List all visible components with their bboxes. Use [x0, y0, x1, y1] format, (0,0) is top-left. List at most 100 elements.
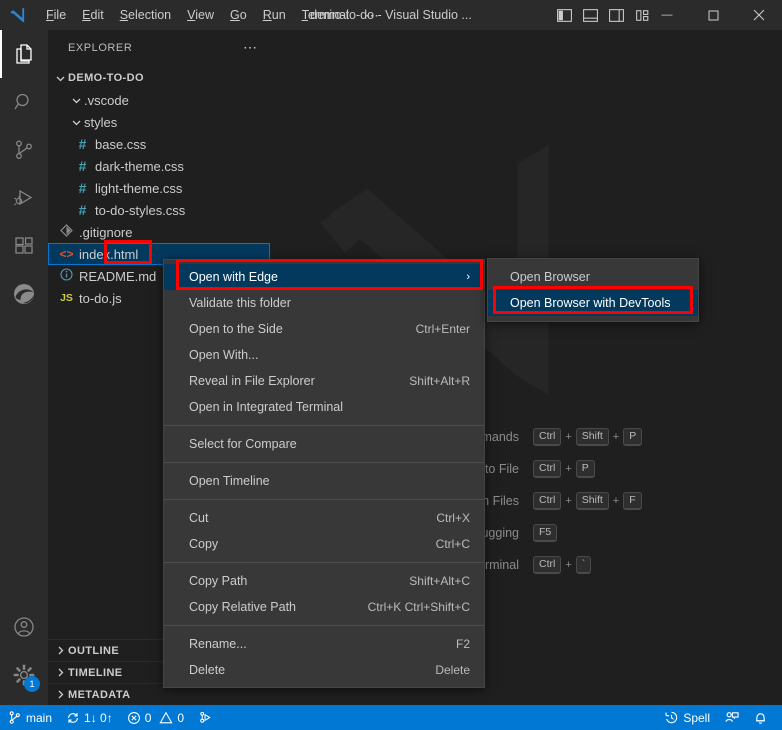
- spell-history-icon: [665, 711, 678, 724]
- status-warnings-count: 0: [177, 710, 185, 725]
- extensions-icon: [15, 237, 33, 254]
- kbd: P: [575, 460, 595, 478]
- tree-item-label: styles: [84, 114, 118, 130]
- ctx-label: Open Timeline: [189, 474, 270, 488]
- watermark-keys: F5: [533, 524, 731, 542]
- tree-item-gitignore[interactable]: .gitignore: [48, 221, 270, 243]
- status-spell-label: Spell: [683, 710, 710, 725]
- status-live-share[interactable]: [717, 705, 746, 730]
- ctx-label: Copy Path: [189, 574, 248, 588]
- menu-go[interactable]: Go: [222, 4, 255, 26]
- status-problems[interactable]: 0 0: [120, 705, 191, 730]
- maximize-button[interactable]: [690, 0, 736, 30]
- explorer-header: EXPLORER ⋯: [48, 30, 270, 65]
- menu-file[interactable]: File: [38, 4, 74, 26]
- menu-separator: [164, 562, 484, 563]
- submenu-label: Open Browser: [510, 270, 590, 284]
- source-control-branch-icon: [9, 711, 20, 724]
- tree-item-light-theme-css[interactable]: # light-theme.css: [48, 177, 270, 199]
- menu-view[interactable]: View: [179, 4, 222, 26]
- ctx-select-for-compare[interactable]: Select for Compare: [164, 431, 484, 457]
- close-button[interactable]: [736, 0, 782, 30]
- ctx-key: Shift+Alt+C: [409, 574, 470, 588]
- ctx-open-to-the-side[interactable]: Open to the Side Ctrl+Enter: [164, 316, 484, 342]
- watermark-keys: Ctrl + Shift + P: [533, 428, 731, 446]
- gitignore-file-icon: [58, 224, 75, 240]
- menu-run[interactable]: Run: [255, 4, 294, 26]
- toggle-secondary-sidebar-icon[interactable]: [608, 7, 625, 24]
- chevron-right-icon: [52, 689, 68, 700]
- tree-item-vscode[interactable]: .vscode: [48, 89, 270, 111]
- activity-search[interactable]: [0, 78, 48, 126]
- ctx-label: Open to the Side: [189, 322, 283, 336]
- toggle-panel-icon[interactable]: [582, 7, 599, 24]
- ctx-open-timeline[interactable]: Open Timeline: [164, 468, 484, 494]
- tree-item-base-css[interactable]: # base.css: [48, 133, 270, 155]
- activity-edge-devtools[interactable]: [0, 270, 48, 318]
- status-spell[interactable]: Spell: [657, 705, 717, 730]
- ctx-reveal-in-file-explorer[interactable]: Reveal in File Explorer Shift+Alt+R: [164, 368, 484, 394]
- watermark-keys: Ctrl + P: [533, 460, 731, 478]
- status-branch[interactable]: main: [0, 705, 59, 730]
- ctx-key: Ctrl+C: [435, 537, 470, 551]
- status-errors-count: 0: [144, 710, 152, 725]
- submenu-open-browser-with-devtools[interactable]: Open Browser with DevTools: [488, 290, 698, 316]
- ctx-copy[interactable]: Copy Ctrl+C: [164, 531, 484, 557]
- minimize-button[interactable]: —: [644, 0, 690, 30]
- menu-selection[interactable]: Selection: [112, 4, 179, 26]
- ctx-rename[interactable]: Rename... F2: [164, 631, 484, 657]
- activity-accounts[interactable]: [0, 603, 48, 651]
- ctx-open-with[interactable]: Open With...: [164, 342, 484, 368]
- chevron-right-icon: ›: [466, 271, 470, 283]
- explorer-more-actions-icon[interactable]: ⋯: [243, 39, 262, 56]
- ctx-cut[interactable]: Cut Ctrl+X: [164, 505, 484, 531]
- status-sync[interactable]: 1↓ 0↑: [59, 705, 120, 730]
- ctx-copy-path[interactable]: Copy Path Shift+Alt+C: [164, 568, 484, 594]
- layout-controls[interactable]: [556, 0, 651, 30]
- warning-icon: [159, 711, 173, 723]
- status-right-group: Spell: [657, 705, 782, 730]
- menu-terminal[interactable]: Terminal: [294, 4, 357, 26]
- vscode-logo-icon: [0, 0, 34, 30]
- chevron-right-icon: [52, 645, 68, 656]
- kbd: `: [575, 556, 592, 574]
- toggle-primary-sidebar-icon[interactable]: [556, 7, 573, 24]
- activity-manage-settings[interactable]: 1: [0, 651, 48, 699]
- open-with-edge-submenu[interactable]: Open Browser Open Browser with DevTools: [487, 258, 699, 322]
- kbd: Ctrl: [533, 492, 562, 510]
- file-context-menu[interactable]: Open with Edge › Validate this folder Op…: [163, 259, 485, 688]
- css-file-icon: #: [78, 136, 87, 152]
- status-notifications[interactable]: [746, 705, 782, 730]
- ctx-validate-this-folder[interactable]: Validate this folder: [164, 290, 484, 316]
- tree-item-dark-theme-css[interactable]: # dark-theme.css: [48, 155, 270, 177]
- kbd: F: [623, 492, 642, 510]
- ctx-delete[interactable]: Delete Delete: [164, 657, 484, 683]
- ctx-open-with-edge[interactable]: Open with Edge ›: [164, 264, 484, 290]
- activity-explorer[interactable]: [0, 30, 48, 78]
- plus-separator: +: [565, 559, 572, 571]
- markdown-file-icon: [58, 268, 75, 284]
- chevron-down-icon: [68, 117, 84, 128]
- activity-source-control[interactable]: [0, 126, 48, 174]
- menu-separator: [164, 625, 484, 626]
- status-ports[interactable]: [191, 705, 220, 730]
- menu-overflow-icon[interactable]: ⋯: [357, 5, 388, 26]
- tree-item-to-do-styles-css[interactable]: # to-do-styles.css: [48, 199, 270, 221]
- edge-browser-icon: [14, 284, 34, 304]
- sync-icon: [68, 712, 78, 723]
- activity-extensions[interactable]: [0, 222, 48, 270]
- tree-item-demo-to-do[interactable]: DEMO-TO-DO: [48, 67, 270, 89]
- ctx-copy-relative-path[interactable]: Copy Relative Path Ctrl+K Ctrl+Shift+C: [164, 594, 484, 620]
- menu-bar[interactable]: File Edit Selection View Go Run Terminal…: [38, 4, 388, 26]
- window-controls[interactable]: —: [644, 0, 782, 30]
- activity-run-and-debug[interactable]: [0, 174, 48, 222]
- ctx-open-in-integrated-terminal[interactable]: Open in Integrated Terminal: [164, 394, 484, 420]
- kbd: Shift: [575, 428, 609, 446]
- ctx-label: Copy Relative Path: [189, 600, 297, 614]
- tree-item-label: index.html: [79, 246, 139, 262]
- submenu-open-browser[interactable]: Open Browser: [488, 264, 698, 290]
- tree-item-label: README.md: [79, 268, 157, 284]
- status-sync-label: 1↓ 0↑: [84, 710, 113, 725]
- tree-item-styles[interactable]: styles: [48, 111, 270, 133]
- menu-edit[interactable]: Edit: [74, 4, 112, 26]
